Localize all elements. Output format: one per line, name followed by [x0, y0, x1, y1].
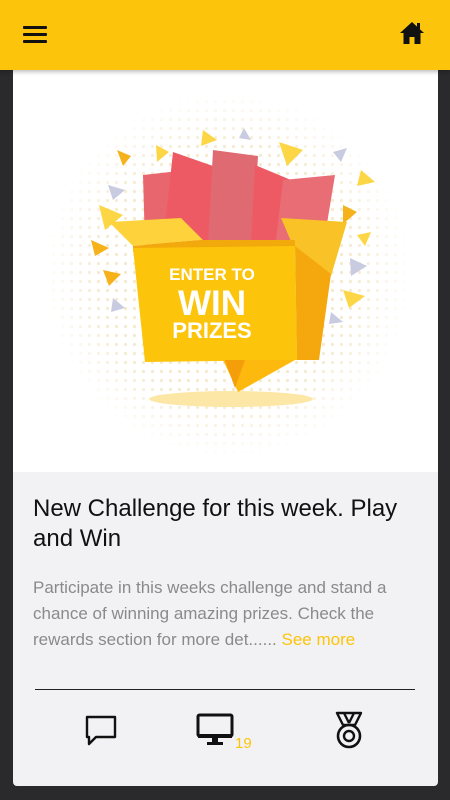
hamburger-line	[23, 40, 47, 43]
post-description: Participate in this weeks challenge and …	[33, 575, 423, 653]
challenge-card[interactable]: ENTER TO WIN PRIZES New Challenge for th…	[13, 70, 438, 786]
prize-banner-image: ENTER TO WIN PRIZES	[13, 70, 438, 472]
reward-button[interactable]	[329, 711, 369, 751]
home-button[interactable]	[399, 20, 425, 46]
view-count: 19	[235, 735, 252, 752]
banner-line1: ENTER TO	[169, 265, 255, 284]
see-more-link[interactable]: See more	[282, 630, 356, 649]
comment-button[interactable]	[83, 713, 119, 749]
monitor-icon	[196, 713, 234, 745]
post-title: New Challenge for this week. Play and Wi…	[33, 495, 398, 552]
medal-icon	[335, 711, 363, 749]
app-header	[0, 0, 450, 70]
hamburger-menu-icon	[23, 26, 47, 29]
views-button[interactable]	[196, 713, 234, 747]
hamburger-line	[23, 33, 47, 36]
divider	[35, 689, 415, 690]
menu-button[interactable]	[23, 26, 47, 44]
home-icon	[400, 22, 424, 44]
prize-box-illustration: ENTER TO WIN PRIZES	[44, 91, 412, 459]
comment-icon	[85, 715, 117, 746]
banner-line3: PRIZES	[172, 318, 251, 343]
